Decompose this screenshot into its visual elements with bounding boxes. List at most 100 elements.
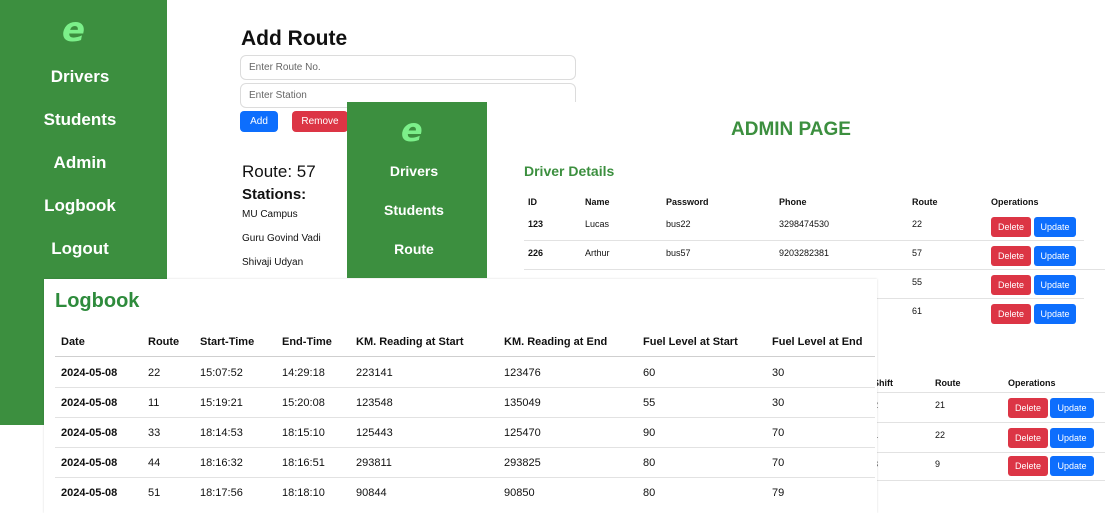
log-fuel-start-cell: 80 bbox=[643, 457, 656, 469]
admin-page-title: ADMIN PAGE bbox=[731, 119, 851, 140]
delete-shift-button[interactable]: Delete bbox=[1008, 428, 1048, 448]
log-route-cell: 44 bbox=[148, 457, 161, 469]
row-divider bbox=[55, 447, 875, 448]
delete-driver-button[interactable]: Delete bbox=[991, 275, 1031, 295]
column-header: KM. Reading at Start bbox=[356, 336, 464, 348]
remove-station-button[interactable]: Remove bbox=[292, 111, 348, 132]
log-start-time-cell: 18:14:53 bbox=[200, 427, 243, 439]
delete-driver-button[interactable]: Delete bbox=[991, 304, 1031, 324]
log-start-time-cell: 18:17:56 bbox=[200, 487, 243, 499]
log-start-time-cell: 15:19:21 bbox=[200, 397, 243, 409]
update-driver-button[interactable]: Update bbox=[1034, 275, 1076, 295]
row-divider bbox=[873, 422, 1105, 423]
column-header: Route bbox=[148, 336, 180, 348]
station-item: Guru Govind Vadi bbox=[242, 233, 321, 244]
driver-password-cell: bus22 bbox=[666, 219, 691, 229]
log-route-cell: 51 bbox=[148, 487, 161, 499]
add-route-title: Add Route bbox=[241, 27, 348, 50]
driver-name-cell: Arthur bbox=[585, 248, 610, 258]
delete-shift-button[interactable]: Delete bbox=[1008, 456, 1048, 476]
admin-logo-icon: e bbox=[401, 111, 423, 149]
column-header: Route bbox=[935, 378, 961, 388]
sidebar-item-logout[interactable]: Logout bbox=[0, 239, 160, 259]
column-header: Name bbox=[585, 197, 610, 207]
update-shift-button[interactable]: Update bbox=[1050, 398, 1094, 418]
admin-sidebar-item-students[interactable]: Students bbox=[347, 202, 481, 218]
log-fuel-end-cell: 30 bbox=[772, 367, 785, 379]
delete-driver-button[interactable]: Delete bbox=[991, 217, 1031, 237]
update-shift-button[interactable]: Update bbox=[1050, 428, 1094, 448]
log-fuel-start-cell: 60 bbox=[643, 367, 656, 379]
log-end-time-cell: 18:16:51 bbox=[282, 457, 325, 469]
driver-id-cell: 123 bbox=[528, 219, 544, 229]
sidebar-item-students[interactable]: Students bbox=[0, 110, 160, 130]
log-start-time-cell: 15:07:52 bbox=[200, 367, 243, 379]
column-header: Date bbox=[61, 336, 85, 348]
column-header: KM. Reading at End bbox=[504, 336, 608, 348]
station-item: Shivaji Udyan bbox=[242, 257, 304, 268]
shift-route-cell: 21 bbox=[935, 400, 946, 410]
admin-sidebar-item-drivers[interactable]: Drivers bbox=[347, 163, 481, 179]
column-header: Phone bbox=[779, 197, 807, 207]
column-header: Route bbox=[912, 197, 938, 207]
driver-route-cell: 61 bbox=[912, 306, 923, 316]
driver-name-cell: Lucas bbox=[585, 219, 610, 229]
log-end-time-cell: 14:29:18 bbox=[282, 367, 325, 379]
column-header: Fuel Level at Start bbox=[643, 336, 738, 348]
row-divider bbox=[55, 477, 875, 478]
update-shift-button[interactable]: Update bbox=[1050, 456, 1094, 476]
sidebar-item-drivers[interactable]: Drivers bbox=[0, 67, 160, 87]
log-km-end-cell: 125470 bbox=[504, 427, 541, 439]
driver-route-cell: 22 bbox=[912, 219, 923, 229]
route-heading: Route: 57 bbox=[242, 162, 316, 181]
log-fuel-start-cell: 55 bbox=[643, 397, 656, 409]
log-fuel-end-cell: 70 bbox=[772, 457, 785, 469]
row-divider bbox=[873, 452, 1105, 453]
log-km-start-cell: 90844 bbox=[356, 487, 387, 499]
delete-shift-button[interactable]: Delete bbox=[1008, 398, 1048, 418]
log-date-cell: 2024-05-08 bbox=[61, 487, 118, 499]
log-end-time-cell: 18:15:10 bbox=[282, 427, 325, 439]
row-divider bbox=[55, 356, 875, 357]
log-km-start-cell: 123548 bbox=[356, 397, 393, 409]
shift-route-cell: 22 bbox=[935, 430, 946, 440]
log-route-cell: 33 bbox=[148, 427, 161, 439]
admin-sidebar-item-route[interactable]: Route bbox=[347, 241, 481, 257]
log-end-time-cell: 18:18:10 bbox=[282, 487, 325, 499]
update-driver-button[interactable]: Update bbox=[1034, 304, 1076, 324]
log-start-time-cell: 18:16:32 bbox=[200, 457, 243, 469]
row-divider bbox=[524, 269, 1105, 270]
column-header: End-Time bbox=[282, 336, 332, 348]
driver-details-title: Driver Details bbox=[524, 163, 615, 179]
log-date-cell: 2024-05-08 bbox=[61, 457, 118, 469]
update-driver-button[interactable]: Update bbox=[1034, 217, 1076, 237]
driver-route-cell: 57 bbox=[912, 248, 923, 258]
sidebar-item-admin[interactable]: Admin bbox=[0, 153, 160, 173]
column-header: Fuel Level at End bbox=[772, 336, 863, 348]
driver-phone-cell: 3298474530 bbox=[779, 219, 830, 229]
log-date-cell: 2024-05-08 bbox=[61, 367, 118, 379]
log-km-start-cell: 293811 bbox=[356, 457, 392, 469]
sidebar-item-logbook[interactable]: Logbook bbox=[0, 196, 160, 216]
log-end-time-cell: 15:20:08 bbox=[282, 397, 325, 409]
row-divider bbox=[877, 298, 1084, 299]
log-date-cell: 2024-05-08 bbox=[61, 427, 118, 439]
log-route-cell: 22 bbox=[148, 367, 161, 379]
driver-route-cell: 55 bbox=[912, 277, 923, 287]
log-fuel-start-cell: 90 bbox=[643, 427, 656, 439]
route-number-input[interactable] bbox=[240, 55, 576, 80]
shift-route-cell: 9 bbox=[935, 459, 941, 469]
delete-driver-button[interactable]: Delete bbox=[991, 246, 1031, 266]
row-divider bbox=[55, 387, 875, 388]
row-divider bbox=[873, 480, 1105, 481]
column-header: Start-Time bbox=[200, 336, 255, 348]
update-driver-button[interactable]: Update bbox=[1034, 246, 1076, 266]
add-station-button[interactable]: Add bbox=[240, 111, 278, 132]
log-km-start-cell: 223141 bbox=[356, 367, 393, 379]
log-km-end-cell: 293825 bbox=[504, 457, 541, 469]
app-logo-icon: e bbox=[62, 10, 86, 50]
column-header: ID bbox=[528, 197, 537, 207]
row-divider bbox=[524, 240, 1084, 241]
log-fuel-end-cell: 70 bbox=[772, 427, 785, 439]
admin-sidebar: e Drivers Students Route bbox=[347, 102, 487, 278]
